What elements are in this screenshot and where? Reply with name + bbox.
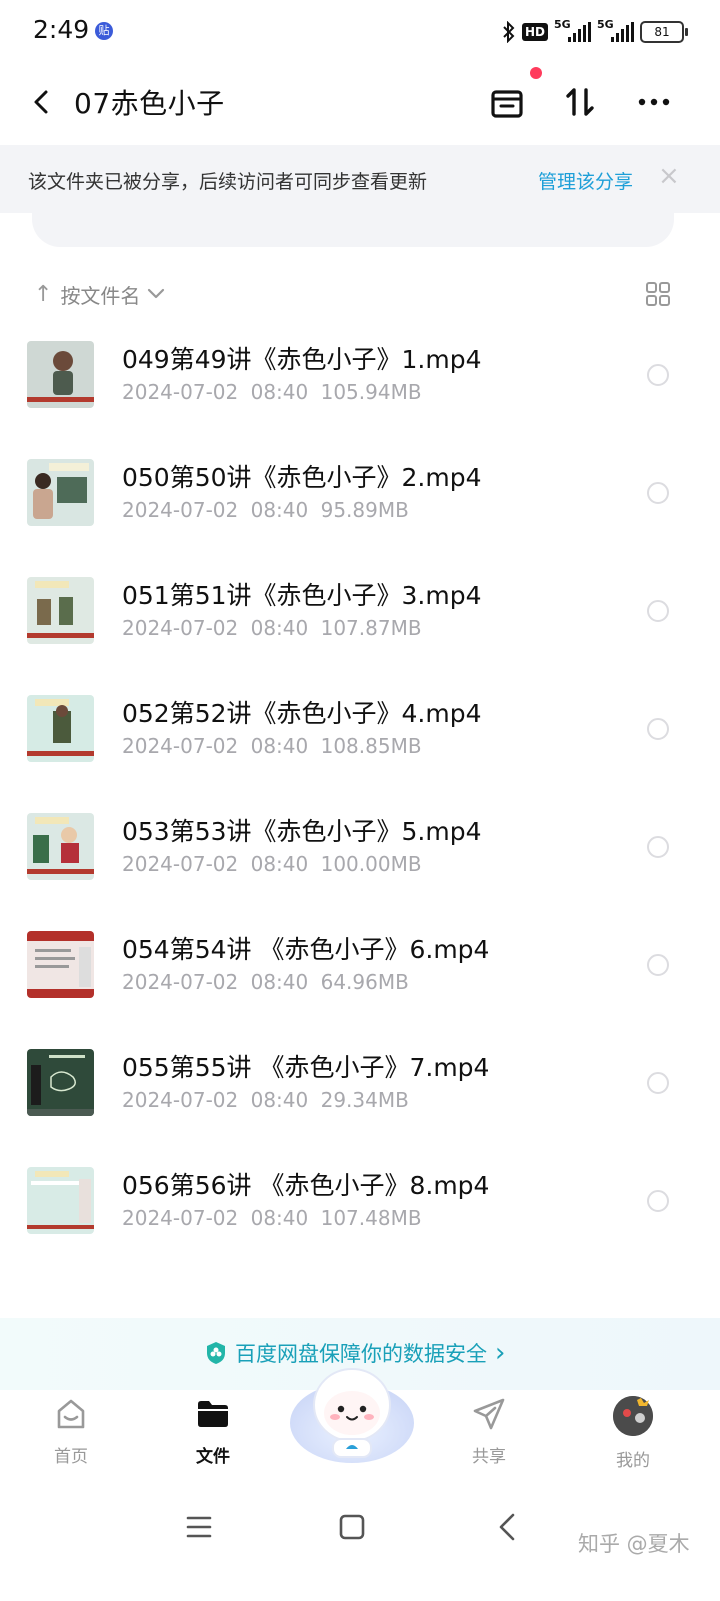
tab-home[interactable]: 首页 (26, 1396, 116, 1467)
file-meta: 2024-07-02 08:40 108.85MB (122, 734, 422, 758)
select-checkbox[interactable] (647, 718, 669, 740)
file-name: 053第53讲《赤色小子》5.mp4 (122, 817, 482, 846)
file-meta: 2024-07-02 08:40 95.89MB (122, 498, 409, 522)
status-icons: HD 5G 5G 81 (502, 18, 688, 46)
grid-view-icon[interactable] (645, 281, 671, 307)
video-thumbnail (27, 459, 94, 526)
select-checkbox[interactable] (647, 1072, 669, 1094)
battery-icon: 81 (640, 21, 688, 43)
tab-label: 我的 (616, 1451, 650, 1471)
file-row[interactable]: 049第49讲《赤色小子》1.mp4 2024-07-02 08:40 105.… (0, 322, 720, 440)
select-checkbox[interactable] (647, 1190, 669, 1212)
share-icon (473, 1398, 505, 1430)
sort-arrow-icon: ↑ (34, 281, 53, 307)
file-row[interactable]: 053第53讲《赤色小子》5.mp4 2024-07-02 08:40 100.… (0, 794, 720, 912)
folder-icon (198, 1401, 228, 1427)
chevron-down-icon (148, 288, 165, 299)
top-app-bar: 07赤色小子 (0, 64, 720, 142)
home-square-icon[interactable] (339, 1514, 365, 1540)
back-icon[interactable] (26, 84, 58, 120)
file-name: 052第52讲《赤色小子》4.mp4 (122, 699, 482, 728)
file-row[interactable]: 050第50讲《赤色小子》2.mp4 2024-07-02 08:40 95.8… (0, 440, 720, 558)
file-meta: 2024-07-02 08:40 29.34MB (122, 1088, 409, 1112)
hd-icon: HD (521, 23, 548, 41)
watermark: 知乎 @夏木 (578, 1532, 690, 1556)
search-bar-peek[interactable] (32, 213, 674, 247)
video-thumbnail (27, 341, 94, 408)
file-name: 056第56讲 《赤色小子》8.mp4 (122, 1171, 490, 1200)
file-row[interactable]: 052第52讲《赤色小子》4.mp4 2024-07-02 08:40 108.… (0, 676, 720, 794)
file-meta: 2024-07-02 08:40 100.00MB (122, 852, 422, 876)
home-icon (57, 1399, 85, 1429)
file-name: 049第49讲《赤色小子》1.mp4 (122, 345, 482, 374)
tab-me[interactable]: 我的 (588, 1396, 678, 1471)
select-checkbox[interactable] (647, 600, 669, 622)
file-meta: 2024-07-02 08:40 107.87MB (122, 616, 422, 640)
notification-dot (530, 67, 542, 79)
file-row[interactable]: 051第51讲《赤色小子》3.mp4 2024-07-02 08:40 107.… (0, 558, 720, 676)
file-name: 051第51讲《赤色小子》3.mp4 (122, 581, 482, 610)
file-row[interactable]: 054第54讲 《赤色小子》6.mp4 2024-07-02 08:40 64.… (0, 912, 720, 1030)
tab-label: 文件 (196, 1447, 230, 1467)
mascot-button-icon[interactable] (289, 1357, 415, 1465)
status-bar: 2:49 贴 HD 5G 5G 81 (0, 0, 720, 64)
recycle-bin-icon[interactable] (487, 82, 527, 122)
file-row[interactable]: 055第55讲 《赤色小子》7.mp4 2024-07-02 08:40 29.… (0, 1030, 720, 1148)
menu-icon[interactable] (186, 1514, 212, 1540)
video-thumbnail (27, 931, 94, 998)
video-thumbnail (27, 577, 94, 644)
share-banner: 该文件夹已被分享，后续访问者可同步查看更新 管理该分享 × (0, 145, 720, 213)
more-icon[interactable] (634, 82, 674, 122)
select-checkbox[interactable] (647, 364, 669, 386)
tab-label: 首页 (54, 1447, 88, 1467)
video-thumbnail (27, 695, 94, 762)
close-icon[interactable]: × (658, 161, 680, 191)
share-banner-text: 该文件夹已被分享，后续访问者可同步查看更新 (28, 171, 428, 193)
file-name: 055第55讲 《赤色小子》7.mp4 (122, 1053, 490, 1082)
file-meta: 2024-07-02 08:40 105.94MB (122, 380, 422, 404)
file-name: 054第54讲 《赤色小子》6.mp4 (122, 935, 490, 964)
sort-label: 按文件名 (60, 283, 141, 308)
file-row[interactable]: 056第56讲 《赤色小子》8.mp4 2024-07-02 08:40 107… (0, 1148, 720, 1266)
page-title: 07赤色小子 (74, 87, 225, 120)
select-checkbox[interactable] (647, 954, 669, 976)
bluetooth-icon (503, 21, 515, 43)
avatar-icon (613, 1396, 653, 1436)
file-meta: 2024-07-02 08:40 64.96MB (122, 970, 409, 994)
tab-label: 共享 (472, 1447, 506, 1467)
tab-share[interactable]: 共享 (444, 1396, 534, 1467)
transfer-icon[interactable] (560, 82, 600, 122)
manage-share-link[interactable]: 管理该分享 (538, 167, 633, 194)
sort-control[interactable]: ↑ 按文件名 (34, 278, 166, 310)
system-back-icon[interactable] (496, 1512, 518, 1542)
tab-files[interactable]: 文件 (168, 1396, 258, 1467)
file-name: 050第50讲《赤色小子》2.mp4 (122, 463, 482, 492)
file-meta: 2024-07-02 08:40 107.48MB (122, 1206, 422, 1230)
video-thumbnail (27, 813, 94, 880)
status-time: 2:49 (33, 15, 90, 44)
video-thumbnail (27, 1049, 94, 1116)
shield-icon (207, 1342, 225, 1364)
video-thumbnail (27, 1167, 94, 1234)
signal-icon: 5G (554, 18, 591, 42)
signal-icon-2: 5G (597, 18, 634, 42)
select-checkbox[interactable] (647, 836, 669, 858)
notification-badge-icon: 贴 (95, 22, 113, 40)
chevron-right-icon: › (495, 1338, 506, 1368)
select-checkbox[interactable] (647, 482, 669, 504)
